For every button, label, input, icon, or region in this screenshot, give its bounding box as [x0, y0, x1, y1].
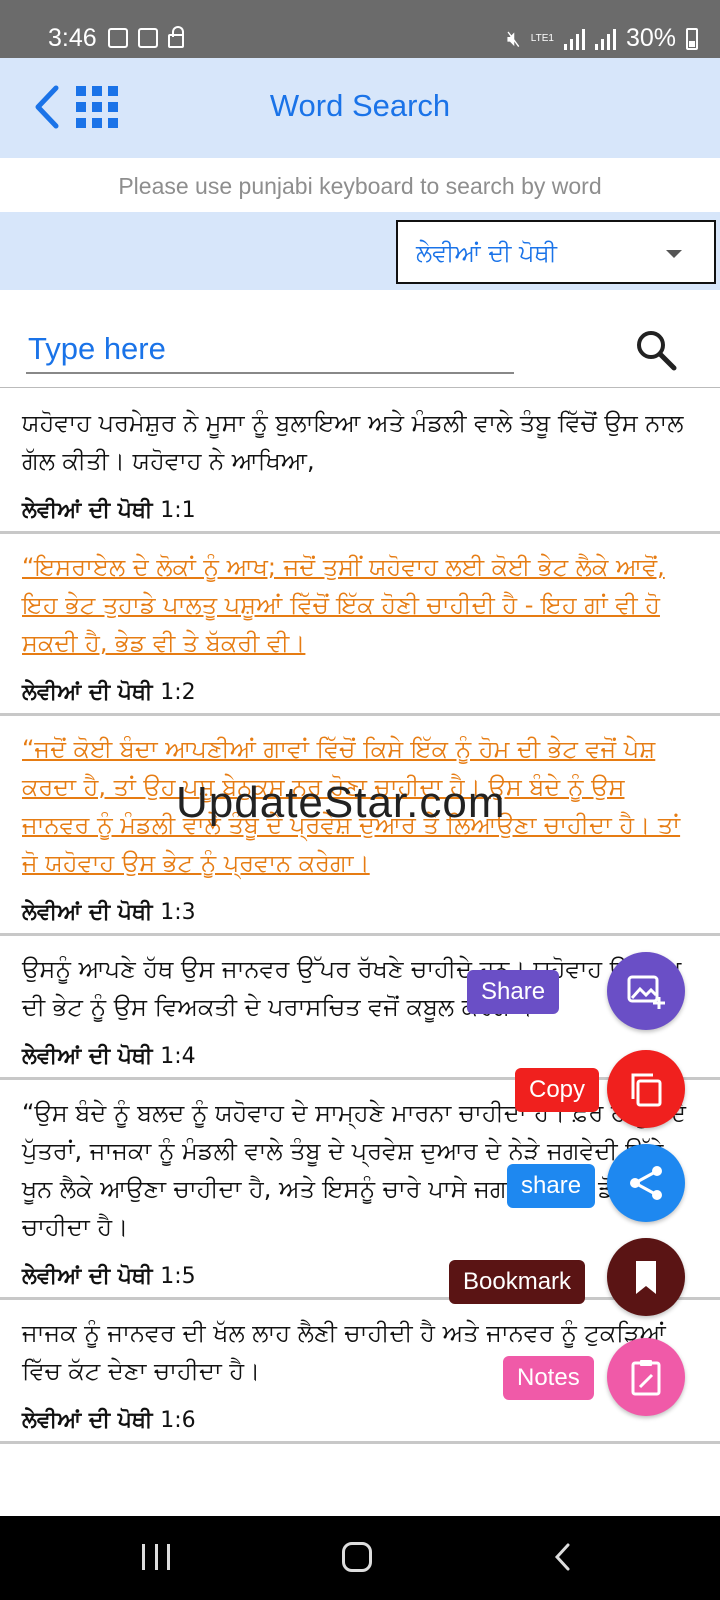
share-label[interactable]: share — [507, 1164, 596, 1208]
verse-reference: ਲੇਵੀਆਂ ਦੀ ਪੋਥੀ 1:5 — [22, 1246, 698, 1297]
verse-text: ਉਸਨੂੰ ਆਪਣੇ ਹੱਥ ਉਸ ਜਾਨਵਰ ਉੱਪਰ ਰੱਖਣੇ ਚਾਹੀਦ… — [22, 955, 682, 1021]
verse-book: ਲੇਵੀਆਂ ਦੀ ਪੋਥੀ — [22, 900, 153, 925]
verse-number: 1:2 — [160, 680, 196, 705]
share-icon — [630, 1166, 662, 1200]
signal-icon — [563, 28, 585, 50]
search-input[interactable] — [26, 326, 514, 374]
back-icon[interactable] — [548, 1542, 578, 1572]
news-icon — [138, 28, 158, 48]
verse-book: ਲੇਵੀਆਂ ਦੀ ਪੋਥੀ — [22, 1408, 153, 1433]
verse-reference: ਲੇਵੀਆਂ ਦੀ ਪੋਥੀ 1:3 — [22, 882, 698, 933]
book-bar: ਲੇਵੀਆਂ ਦੀ ਪੋਥੀ — [0, 212, 720, 290]
home-icon[interactable] — [342, 1542, 372, 1572]
verse-number: 1:3 — [160, 900, 196, 925]
verse-number: 1:5 — [160, 1264, 196, 1289]
verse-book: ਲੇਵੀਆਂ ਦੀ ਪੋਥੀ — [22, 1264, 153, 1289]
status-bar: 3:46 🔇︎ LTE1 30% — [0, 0, 720, 58]
verse-reference: ਲੇਵੀਆਂ ਦੀ ਪੋਥੀ 1:2 — [22, 662, 698, 713]
book-select-value: ਲੇਵੀਆਂ ਦੀ ਪੋਥੀ — [416, 239, 557, 267]
verse-list[interactable]: ਯਹੋਵਾਹ ਪਰਮੇਸ਼ੁਰ ਨੇ ਮੂਸਾ ਨੂੰ ਬੁਲਾਇਆ ਅਤੇ ਮ… — [0, 390, 720, 1516]
app-header: Word Search — [0, 58, 720, 158]
copy-button[interactable] — [607, 1050, 685, 1128]
search-row — [0, 290, 720, 388]
verse-text: “ਇਸਰਾਏਲ ਦੇ ਲੋਕਾਂ ਨੂੰ ਆਖ; ਜਦੋਂ ਤੁਸੀਂ ਯਹੋਵ… — [22, 553, 665, 657]
verse-item[interactable]: ਯਹੋਵਾਹ ਪਰਮੇਸ਼ੁਰ ਨੇ ਮੂਸਾ ਨੂੰ ਬੁਲਾਇਆ ਅਤੇ ਮ… — [0, 390, 720, 534]
network-type: LTE1 — [530, 33, 554, 44]
verse-book: ਲੇਵੀਆਂ ਦੀ ਪੋਥੀ — [22, 1044, 153, 1069]
verse-book: ਲੇਵੀਆਂ ਦੀ ਪੋਥੀ — [22, 680, 153, 705]
signal-icon — [594, 28, 616, 50]
copy-icon — [631, 1073, 662, 1107]
search-button[interactable] — [634, 328, 678, 372]
watermark: UpdateStar.com — [176, 778, 506, 827]
notes-icon — [631, 1360, 661, 1396]
verse-reference: ਲੇਵੀਆਂ ਦੀ ਪੋਥੀ 1:6 — [22, 1390, 698, 1441]
image-add-icon — [627, 975, 665, 1009]
page-title: Word Search — [269, 88, 451, 123]
caret-down-icon — [666, 250, 682, 258]
navigation-bar — [0, 1516, 720, 1600]
verse-text: ਜਾਜਕ ਨੂੰ ਜਾਨਵਰ ਦੀ ਖੱਲ ਲਾਹ ਲੈਣੀ ਚਾਹੀਦੀ ਹੈ… — [22, 1319, 666, 1385]
lock-icon — [168, 26, 184, 48]
status-notification-icons — [108, 26, 184, 48]
verse-number: 1:6 — [160, 1408, 196, 1433]
image-icon — [108, 28, 128, 48]
battery-icon — [686, 27, 698, 50]
verse-book: ਲੇਵੀਆਂ ਦੀ ਪੋਥੀ — [22, 498, 153, 523]
copy-label[interactable]: Copy — [515, 1068, 600, 1112]
search-icon — [637, 331, 677, 371]
search-hint: Please use punjabi keyboard to search by… — [118, 173, 602, 199]
verse-number: 1:4 — [160, 1044, 196, 1069]
notes-label[interactable]: Notes — [503, 1356, 594, 1400]
notes-button[interactable] — [607, 1338, 685, 1416]
verse-text: “ਉਸ ਬੰਦੇ ਨੂੰ ਬਲਦ ਨੂੰ ਯਹੋਵਾਹ ਦੇ ਸਾਮ੍ਹਣੇ ਮ… — [22, 1099, 687, 1241]
battery-percent: 30% — [625, 24, 676, 52]
bookmark-button[interactable] — [607, 1238, 685, 1316]
share-image-label[interactable]: Share — [467, 970, 560, 1014]
bookmark-icon — [636, 1261, 656, 1294]
status-system-icons: 🔇︎ LTE1 30% — [507, 24, 698, 53]
status-time: 3:46 — [48, 24, 97, 52]
share-image-button[interactable] — [607, 952, 685, 1030]
mute-icon: 🔇︎ — [506, 25, 521, 51]
book-select[interactable]: ਲੇਵੀਆਂ ਦੀ ਪੋਥੀ — [396, 220, 716, 284]
share-button[interactable] — [607, 1144, 685, 1222]
verse-text: ਯਹੋਵਾਹ ਪਰਮੇਸ਼ੁਰ ਨੇ ਮੂਸਾ ਨੂੰ ਬੁਲਾਇਆ ਅਤੇ ਮ… — [22, 409, 684, 475]
verse-reference: ਲੇਵੀਆਂ ਦੀ ਪੋਥੀ 1:1 — [22, 480, 698, 531]
recent-apps-icon[interactable] — [142, 1544, 170, 1570]
verse-number: 1:1 — [160, 498, 196, 523]
verse-item[interactable]: “ਇਸਰਾਏਲ ਦੇ ਲੋਕਾਂ ਨੂੰ ਆਖ; ਜਦੋਂ ਤੁਸੀਂ ਯਹੋਵ… — [0, 534, 720, 716]
bookmark-label[interactable]: Bookmark — [449, 1260, 586, 1304]
